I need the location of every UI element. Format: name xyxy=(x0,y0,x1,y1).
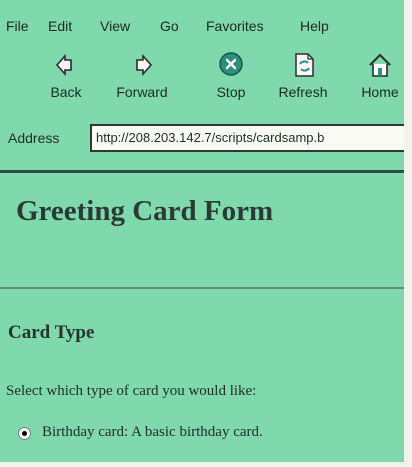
option-label: Birthday card: A basic birthday card. xyxy=(42,424,263,440)
menu-go[interactable]: Go xyxy=(160,18,179,34)
back-label: Back xyxy=(50,84,82,100)
arrow-left-icon xyxy=(55,53,72,77)
menu-edit[interactable]: Edit xyxy=(48,18,72,34)
radio-selected-dot xyxy=(22,431,27,436)
stop-label: Stop xyxy=(216,84,246,100)
menu-file[interactable]: File xyxy=(6,18,29,34)
home-icon xyxy=(369,53,391,77)
address-label: Address xyxy=(8,130,60,146)
toolbar: Back Forward Stop Refresh Home xyxy=(0,50,404,120)
forward-label: Forward xyxy=(116,84,168,100)
refresh-label: Refresh xyxy=(278,84,328,100)
arrow-right-icon xyxy=(136,53,153,77)
menu-help[interactable]: Help xyxy=(300,18,329,34)
stop-button[interactable]: Stop xyxy=(193,50,269,116)
back-button[interactable]: Back xyxy=(28,50,104,116)
card-type-prompt: Select which type of card you would like… xyxy=(6,383,257,399)
page-title: Greeting Card Form xyxy=(16,195,274,227)
browser-window: File Edit View Go Favorites Help Back Fo… xyxy=(0,0,404,462)
address-bar: Address http://208.203.142.7/scripts/car… xyxy=(0,122,404,156)
stop-icon xyxy=(219,52,243,76)
menu-view[interactable]: View xyxy=(100,18,130,34)
address-input[interactable]: http://208.203.142.7/scripts/cardsamp.b xyxy=(90,124,404,152)
radio-button[interactable] xyxy=(18,427,31,440)
section-heading: Card Type xyxy=(8,322,95,343)
toolbar-divider xyxy=(0,170,404,173)
refresh-icon xyxy=(295,53,314,77)
menu-favorites[interactable]: Favorites xyxy=(206,18,264,34)
home-label: Home xyxy=(361,84,399,100)
horizontal-rule xyxy=(0,287,404,289)
home-button[interactable]: Home xyxy=(350,50,404,116)
menu-bar: File Edit View Go Favorites Help xyxy=(0,18,404,42)
refresh-button[interactable]: Refresh xyxy=(265,50,341,116)
forward-button[interactable]: Forward xyxy=(104,50,180,116)
